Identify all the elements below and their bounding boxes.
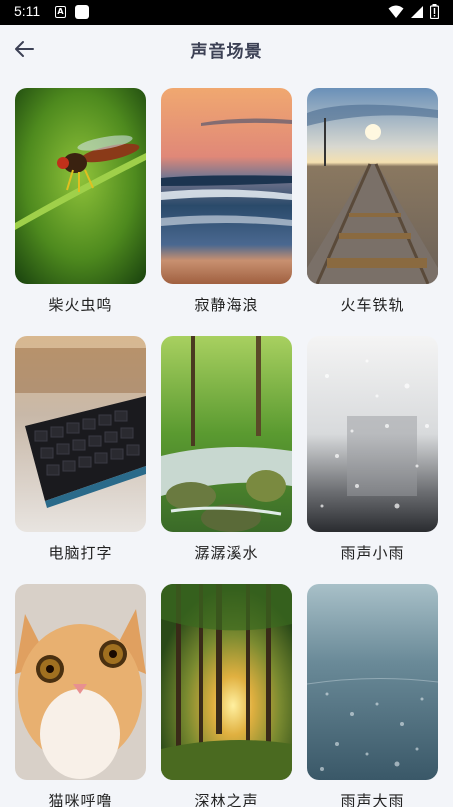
scene-card-heavy-rain[interactable]: 雨声大雨 bbox=[307, 584, 438, 807]
scene-label: 火车铁轨 bbox=[340, 296, 405, 314]
scene-card-cat-purring[interactable]: 猫咪呼噜 bbox=[15, 584, 146, 807]
scene-card-computer-typing[interactable]: 电脑打字 bbox=[15, 336, 146, 563]
scene-label: 深林之声 bbox=[194, 792, 259, 807]
battery-icon bbox=[430, 4, 439, 19]
scene-label: 柴火虫鸣 bbox=[48, 296, 113, 314]
app-bar: 声音场景 bbox=[0, 25, 453, 71]
scene-image-railway bbox=[307, 88, 438, 284]
status-bar: 5:11 A bbox=[0, 0, 453, 25]
scene-card-light-rain[interactable]: 雨声小雨 bbox=[307, 336, 438, 563]
scene-label: 雨声大雨 bbox=[340, 792, 405, 807]
scene-card-train-tracks[interactable]: 火车铁轨 bbox=[307, 88, 438, 315]
status-time: 5:11 bbox=[14, 3, 41, 19]
scene-label: 雨声小雨 bbox=[340, 544, 405, 562]
scene-label: 寂静海浪 bbox=[194, 296, 259, 314]
status-right-icons bbox=[388, 4, 439, 19]
scene-image-ocean-sunset bbox=[161, 88, 292, 284]
scene-card-quiet-waves[interactable]: 寂静海浪 bbox=[161, 88, 292, 315]
scene-label: 潺潺溪水 bbox=[194, 544, 259, 562]
scene-label: 猫咪呼噜 bbox=[48, 792, 113, 807]
scene-image-kitten bbox=[15, 584, 146, 780]
scene-card-campfire-insects[interactable]: 柴火虫鸣 bbox=[15, 88, 146, 315]
scene-image-insect bbox=[15, 88, 146, 284]
wifi-icon bbox=[388, 5, 404, 18]
signal-icon bbox=[411, 5, 423, 18]
scene-image-stream bbox=[161, 336, 292, 532]
scene-image-keyboard bbox=[15, 336, 146, 532]
scene-label: 电脑打字 bbox=[48, 544, 113, 562]
page-title: 声音场景 bbox=[190, 42, 263, 62]
notification-square-icon bbox=[75, 5, 89, 19]
scene-image-rain-ground bbox=[307, 584, 438, 780]
notification-a-icon: A bbox=[55, 6, 66, 18]
scene-card-babbling-brook[interactable]: 潺潺溪水 bbox=[161, 336, 292, 563]
scene-card-forest-sounds[interactable]: 深林之声 bbox=[161, 584, 292, 807]
scene-image-forest bbox=[161, 584, 292, 780]
scene-image-rain-window bbox=[307, 336, 438, 532]
